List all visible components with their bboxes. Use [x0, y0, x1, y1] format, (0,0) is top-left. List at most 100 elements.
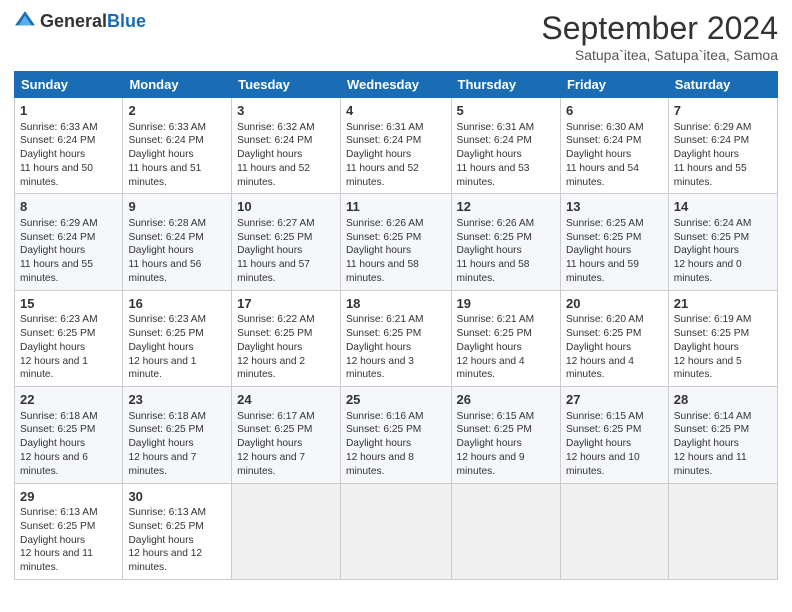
day-info: Sunrise: 6:13 AMSunset: 6:25 PMDaylight … — [20, 507, 98, 573]
day-number: 29 — [20, 488, 117, 506]
table-row: 5Sunrise: 6:31 AMSunset: 6:24 PMDaylight… — [451, 98, 560, 194]
day-info: Sunrise: 6:30 AMSunset: 6:24 PMDaylight … — [566, 122, 644, 188]
table-row: 17Sunrise: 6:22 AMSunset: 6:25 PMDayligh… — [232, 290, 341, 386]
col-saturday: Saturday — [668, 72, 777, 98]
day-info: Sunrise: 6:32 AMSunset: 6:24 PMDaylight … — [237, 122, 315, 188]
day-number: 12 — [457, 198, 555, 216]
table-row: 22 Sunrise: 6:18 AMSunset: 6:25 PMDayligh… — [15, 387, 123, 483]
table-row — [451, 483, 560, 579]
day-number: 15 — [20, 295, 117, 313]
main-title: September 2024 — [541, 10, 778, 47]
calendar-week-row: 22 Sunrise: 6:18 AMSunset: 6:25 PMDayligh… — [15, 387, 778, 483]
table-row: 26 Sunrise: 6:15 AMSunset: 6:25 PMDayligh… — [451, 387, 560, 483]
table-row: 12 Sunrise: 6:26 AMSunset: 6:25 PMDayligh… — [451, 194, 560, 290]
day-number: 11 — [346, 198, 446, 216]
day-number: 14 — [674, 198, 772, 216]
calendar-week-row: 1 Sunrise: 6:33 AMSunset: 6:24 PMDaylight… — [15, 98, 778, 194]
table-row: 27Sunrise: 6:15 AMSunset: 6:25 PMDayligh… — [560, 387, 668, 483]
day-number: 3 — [237, 102, 335, 120]
day-number: 4 — [346, 102, 446, 120]
table-row: 30Sunrise: 6:13 AMSunset: 6:25 PMDayligh… — [123, 483, 232, 579]
day-info: Sunrise: 6:21 AMSunset: 6:25 PMDaylight … — [457, 314, 535, 380]
table-row: 15Sunrise: 6:23 AMSunset: 6:25 PMDayligh… — [15, 290, 123, 386]
day-info: Sunrise: 6:13 AMSunset: 6:25 PMDaylight … — [128, 507, 206, 573]
table-row: 16Sunrise: 6:23 AMSunset: 6:25 PMDayligh… — [123, 290, 232, 386]
day-number: 19 — [457, 295, 555, 313]
day-info: Sunrise: 6:28 AMSunset: 6:24 PMDaylight … — [128, 218, 206, 284]
table-row — [560, 483, 668, 579]
table-row: 21Sunrise: 6:19 AMSunset: 6:25 PMDayligh… — [668, 290, 777, 386]
day-number: 22 — [20, 391, 117, 409]
day-number: 6 — [566, 102, 663, 120]
table-row: 7 Sunrise: 6:29 AMSunset: 6:24 PMDaylight… — [668, 98, 777, 194]
day-info: Sunrise: 6:31 AMSunset: 6:24 PMDaylight … — [346, 122, 424, 188]
day-info: Sunrise: 6:21 AMSunset: 6:25 PMDaylight … — [346, 314, 424, 380]
table-row: 2Sunrise: 6:33 AMSunset: 6:24 PMDaylight… — [123, 98, 232, 194]
table-row: 3 Sunrise: 6:32 AMSunset: 6:24 PMDaylight… — [232, 98, 341, 194]
day-info: Sunrise: 6:15 AMSunset: 6:25 PMDaylight … — [457, 411, 535, 477]
calendar-week-row: 15Sunrise: 6:23 AMSunset: 6:25 PMDayligh… — [15, 290, 778, 386]
day-number: 26 — [457, 391, 555, 409]
table-row: 23 Sunrise: 6:18 AMSunset: 6:25 PMDayligh… — [123, 387, 232, 483]
col-thursday: Thursday — [451, 72, 560, 98]
day-number: 17 — [237, 295, 335, 313]
page: GeneralBlue September 2024 Satupa`itea, … — [0, 0, 792, 612]
table-row: 24 Sunrise: 6:17 AMSunset: 6:25 PMDayligh… — [232, 387, 341, 483]
day-info: Sunrise: 6:33 AMSunset: 6:24 PMDaylight … — [20, 122, 98, 188]
day-info: Sunrise: 6:22 AMSunset: 6:25 PMDaylight … — [237, 314, 315, 380]
day-info: Sunrise: 6:29 AMSunset: 6:24 PMDaylight … — [20, 218, 98, 284]
day-number: 1 — [20, 102, 117, 120]
table-row: 9 Sunrise: 6:28 AMSunset: 6:24 PMDaylight… — [123, 194, 232, 290]
day-number: 9 — [128, 198, 226, 216]
table-row: 4 Sunrise: 6:31 AMSunset: 6:24 PMDaylight… — [340, 98, 451, 194]
day-number: 5 — [457, 102, 555, 120]
table-row: 13 Sunrise: 6:25 AMSunset: 6:25 PMDayligh… — [560, 194, 668, 290]
table-row: 11 Sunrise: 6:26 AMSunset: 6:25 PMDayligh… — [340, 194, 451, 290]
table-row: 10Sunrise: 6:27 AMSunset: 6:25 PMDayligh… — [232, 194, 341, 290]
day-number: 23 — [128, 391, 226, 409]
day-number: 21 — [674, 295, 772, 313]
header: GeneralBlue September 2024 Satupa`itea, … — [14, 10, 778, 63]
day-info: Sunrise: 6:25 AMSunset: 6:25 PMDaylight … — [566, 218, 644, 284]
table-row: 1 Sunrise: 6:33 AMSunset: 6:24 PMDaylight… — [15, 98, 123, 194]
day-info: Sunrise: 6:27 AMSunset: 6:25 PMDaylight … — [237, 218, 315, 284]
day-info: Sunrise: 6:24 AMSunset: 6:25 PMDaylight … — [674, 218, 752, 284]
day-info: Sunrise: 6:26 AMSunset: 6:25 PMDaylight … — [346, 218, 424, 284]
day-number: 16 — [128, 295, 226, 313]
table-row: 29Sunrise: 6:13 AMSunset: 6:25 PMDayligh… — [15, 483, 123, 579]
table-row: 25 Sunrise: 6:16 AMSunset: 6:25 PMDayligh… — [340, 387, 451, 483]
col-monday: Monday — [123, 72, 232, 98]
day-info: Sunrise: 6:18 AMSunset: 6:25 PMDaylight … — [20, 411, 98, 477]
day-info: Sunrise: 6:18 AMSunset: 6:25 PMDaylight … — [128, 411, 206, 477]
table-row: 18Sunrise: 6:21 AMSunset: 6:25 PMDayligh… — [340, 290, 451, 386]
calendar-table: Sunday Monday Tuesday Wednesday Thursday… — [14, 71, 778, 580]
logo-general: General — [40, 11, 107, 31]
col-wednesday: Wednesday — [340, 72, 451, 98]
day-info: Sunrise: 6:26 AMSunset: 6:25 PMDaylight … — [457, 218, 535, 284]
table-row: 19Sunrise: 6:21 AMSunset: 6:25 PMDayligh… — [451, 290, 560, 386]
col-friday: Friday — [560, 72, 668, 98]
day-info: Sunrise: 6:15 AMSunset: 6:25 PMDaylight … — [566, 411, 644, 477]
day-info: Sunrise: 6:29 AMSunset: 6:24 PMDaylight … — [674, 122, 752, 188]
table-row: 6 Sunrise: 6:30 AMSunset: 6:24 PMDaylight… — [560, 98, 668, 194]
table-row: 14 Sunrise: 6:24 AMSunset: 6:25 PMDayligh… — [668, 194, 777, 290]
table-row: 28Sunrise: 6:14 AMSunset: 6:25 PMDayligh… — [668, 387, 777, 483]
day-info: Sunrise: 6:23 AMSunset: 6:25 PMDaylight … — [128, 314, 206, 380]
col-sunday: Sunday — [15, 72, 123, 98]
day-number: 18 — [346, 295, 446, 313]
day-number: 24 — [237, 391, 335, 409]
day-number: 25 — [346, 391, 446, 409]
day-info: Sunrise: 6:23 AMSunset: 6:25 PMDaylight … — [20, 314, 98, 380]
table-row: 8Sunrise: 6:29 AMSunset: 6:24 PMDaylight… — [15, 194, 123, 290]
subtitle: Satupa`itea, Satupa`itea, Samoa — [541, 47, 778, 63]
day-info: Sunrise: 6:19 AMSunset: 6:25 PMDaylight … — [674, 314, 752, 380]
day-info: Sunrise: 6:33 AMSunset: 6:24 PMDaylight … — [128, 122, 206, 188]
day-info: Sunrise: 6:17 AMSunset: 6:25 PMDaylight … — [237, 411, 315, 477]
col-tuesday: Tuesday — [232, 72, 341, 98]
table-row — [232, 483, 341, 579]
day-number: 7 — [674, 102, 772, 120]
day-info: Sunrise: 6:16 AMSunset: 6:25 PMDaylight … — [346, 411, 424, 477]
day-number: 28 — [674, 391, 772, 409]
table-row: 20Sunrise: 6:20 AMSunset: 6:25 PMDayligh… — [560, 290, 668, 386]
day-number: 13 — [566, 198, 663, 216]
